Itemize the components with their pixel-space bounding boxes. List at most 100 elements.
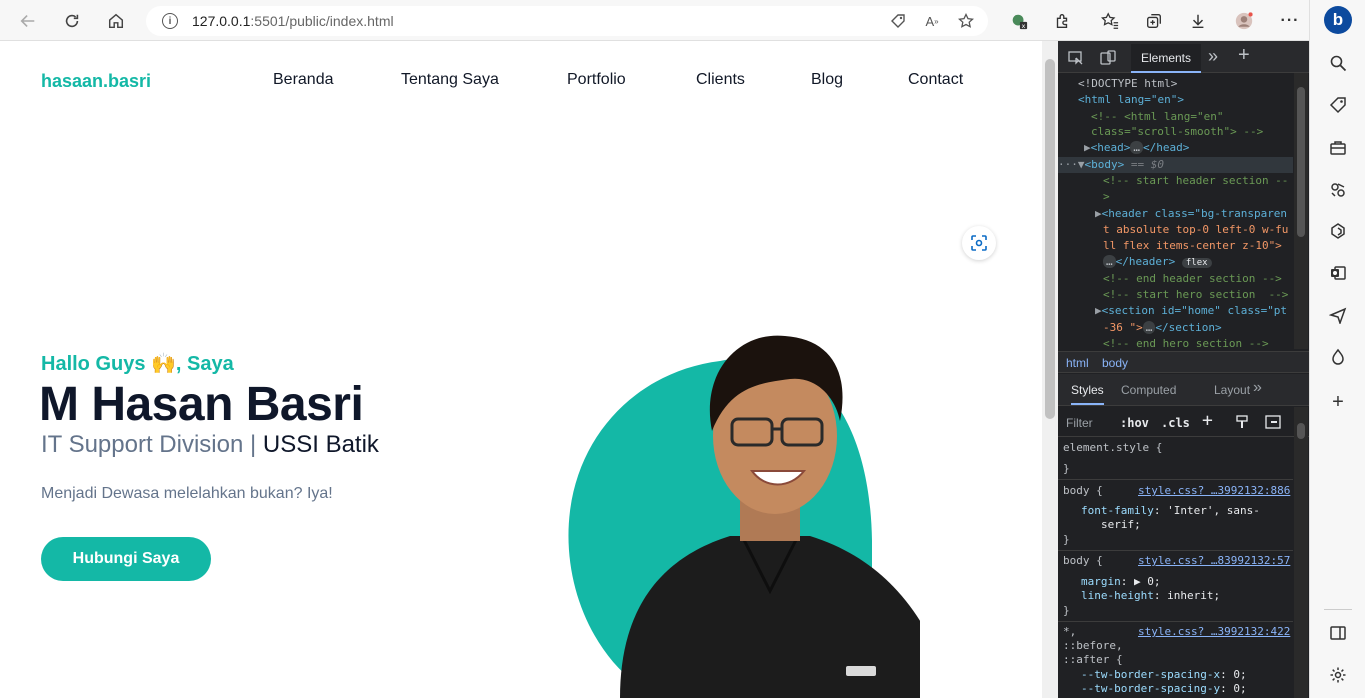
new-rule-icon[interactable]: + [1202, 410, 1213, 431]
extension-badge-icon[interactable]: x [1007, 9, 1031, 33]
dom-head-open: <head> [1090, 141, 1131, 154]
expand-arrow-icon[interactable]: ▶ [1084, 141, 1091, 154]
contact-button[interactable]: Hubungi Saya [41, 537, 211, 581]
ellipsis-icon[interactable]: … [1130, 141, 1143, 154]
page-scrollbar[interactable] [1042, 41, 1058, 698]
tab-styles[interactable]: Styles [1071, 383, 1104, 405]
dom-scrollbar-thumb[interactable] [1297, 87, 1305, 237]
rule-1-declaration[interactable]: font-family: 'Inter', sans- [1081, 504, 1260, 518]
expand-arrow-icon[interactable]: ▶ [1095, 304, 1102, 317]
page-scrollbar-thumb[interactable] [1045, 59, 1055, 419]
expand-arrow-icon[interactable]: ▶ [1134, 575, 1141, 588]
tag-icon[interactable] [888, 11, 908, 31]
shopping-tag-icon[interactable] [1327, 94, 1349, 116]
dom-doctype[interactable]: <!DOCTYPE html> [1078, 76, 1177, 92]
send-icon[interactable] [1327, 304, 1349, 326]
tools-briefcase-icon[interactable] [1327, 137, 1349, 159]
rule-1-source-link[interactable]: style.css? …3992132:886 [1138, 484, 1290, 498]
dom-comment-header-start[interactable]: <!-- start header section -- [1103, 173, 1288, 189]
extensions-icon[interactable] [1050, 9, 1074, 33]
svg-text:x: x [1022, 23, 1026, 30]
nav-link-clients[interactable]: Clients [696, 71, 745, 89]
nav-link-contact[interactable]: Contact [908, 71, 963, 89]
add-tab-icon[interactable]: + [1238, 44, 1250, 67]
dom-comment-hero-start[interactable]: <!-- start hero section --> [1103, 287, 1288, 303]
favorites-icon[interactable] [1098, 9, 1122, 33]
games-icon[interactable] [1327, 179, 1349, 201]
styles-filter-input[interactable]: Filter [1066, 416, 1093, 430]
address-bar[interactable]: i 127.0.0.1:5501/public/index.html A» [146, 6, 988, 36]
rule-3-declaration-1[interactable]: --tw-border-spacing-x: 0; [1081, 668, 1247, 682]
dom-comment-html-1[interactable]: <!-- <html lang="en" [1091, 109, 1223, 125]
sidebar-toggle-icon[interactable] [1265, 415, 1281, 432]
dom-comment-header-end[interactable]: <!-- end header section --> [1103, 271, 1282, 287]
breadcrumb-body[interactable]: body [1102, 356, 1128, 370]
hero-role: IT Support Division | USSI Batik [41, 431, 379, 459]
rule-2-selector[interactable]: body { [1063, 554, 1103, 568]
search-icon[interactable] [1327, 52, 1349, 74]
add-sidebar-app-icon[interactable]: + [1327, 391, 1349, 413]
dom-comment-html-2[interactable]: class="scroll-smooth"> --> [1091, 124, 1263, 140]
dom-scrollbar[interactable] [1294, 73, 1308, 349]
styles-scrollbar-thumb[interactable] [1297, 423, 1305, 439]
rule-element-style[interactable]: element.style { [1063, 441, 1162, 455]
dom-body: <body> [1084, 158, 1125, 171]
rule-2-declaration-2[interactable]: line-height: inherit; [1081, 589, 1220, 603]
microsoft-365-icon[interactable] [1327, 220, 1349, 242]
read-aloud-icon[interactable]: A» [922, 11, 942, 31]
favorite-add-icon[interactable] [956, 11, 976, 31]
dom-header-line-2: t absolute top-0 left-0 w-fu [1103, 223, 1289, 236]
styles-scrollbar[interactable] [1294, 407, 1308, 698]
outlook-icon[interactable] [1327, 262, 1349, 284]
rule-3-selector[interactable]: *, [1063, 625, 1076, 639]
hov-toggle[interactable]: :hov [1120, 416, 1149, 430]
dom-html[interactable]: <html lang="en"> [1078, 92, 1184, 108]
tab-layout[interactable]: Layout [1214, 383, 1250, 397]
settings-gear-icon[interactable] [1327, 664, 1349, 686]
ellipsis-icon[interactable]: … [1142, 321, 1156, 334]
back-icon[interactable] [14, 7, 42, 35]
downloads-icon[interactable] [1186, 9, 1210, 33]
dom-section[interactable]: ▶<section id="home" class="pt [1095, 303, 1287, 319]
rule-1-selector[interactable]: body { [1063, 484, 1103, 498]
dom-head[interactable]: ▶<head>… </head> [1084, 140, 1189, 156]
bing-copilot-icon[interactable]: b [1324, 6, 1352, 34]
dom-header[interactable]: ▶<header class="bg-transparen [1095, 206, 1287, 222]
more-style-tabs-icon[interactable]: » [1253, 379, 1262, 397]
ellipsis-icon[interactable]: … [1103, 255, 1116, 268]
refresh-icon[interactable] [58, 7, 86, 35]
home-icon[interactable] [102, 7, 130, 35]
split-panel-icon[interactable] [1327, 622, 1349, 644]
more-menu-icon[interactable]: ··· [1278, 9, 1302, 33]
inspect-icon[interactable] [1068, 50, 1084, 69]
dom-section-close: </section> [1155, 321, 1222, 334]
collapse-arrow-icon[interactable]: ▼ [1078, 158, 1085, 171]
paint-icon[interactable] [1235, 415, 1249, 432]
more-tabs-icon[interactable]: » [1208, 46, 1218, 67]
nav-link-blog[interactable]: Blog [811, 71, 843, 89]
cls-toggle[interactable]: .cls [1161, 416, 1190, 430]
flex-badge[interactable]: flex [1181, 258, 1212, 268]
site-info-icon[interactable]: i [162, 13, 178, 29]
role-text: IT Support Division [41, 431, 244, 458]
tab-elements[interactable]: Elements [1131, 44, 1201, 73]
nav-link-tentang-saya[interactable]: Tentang Saya [401, 71, 499, 89]
collections-icon[interactable] [1142, 9, 1166, 33]
visual-search-icon[interactable] [962, 226, 996, 260]
rule-2-source-link[interactable]: style.css? …83992132:57 [1138, 554, 1290, 568]
nav-link-portfolio[interactable]: Portfolio [567, 71, 626, 89]
breadcrumb-html[interactable]: html [1066, 356, 1089, 370]
nav-link-beranda[interactable]: Beranda [273, 71, 334, 89]
rule-3-prop-1: --tw-border-spacing-x [1081, 668, 1221, 681]
drop-icon[interactable] [1327, 346, 1349, 368]
dom-comment-hero-end[interactable]: <!-- end hero section --> [1103, 336, 1269, 352]
rule-3-declaration-2[interactable]: --tw-border-spacing-y: 0; [1081, 682, 1247, 696]
device-toggle-icon[interactable] [1100, 50, 1116, 69]
tab-computed[interactable]: Computed [1121, 383, 1176, 397]
dom-header-line-1: <header class="bg-transparen [1101, 207, 1288, 220]
rule-2-declaration-1[interactable]: margin: ▶ 0; [1081, 575, 1161, 589]
dom-body-selected[interactable]: ···▼<body> == $0 [1058, 157, 1293, 173]
expand-arrow-icon[interactable]: ▶ [1095, 207, 1102, 220]
rule-3-source-link[interactable]: style.css? …3992132:422 [1138, 625, 1290, 639]
profile-avatar[interactable] [1232, 9, 1256, 33]
